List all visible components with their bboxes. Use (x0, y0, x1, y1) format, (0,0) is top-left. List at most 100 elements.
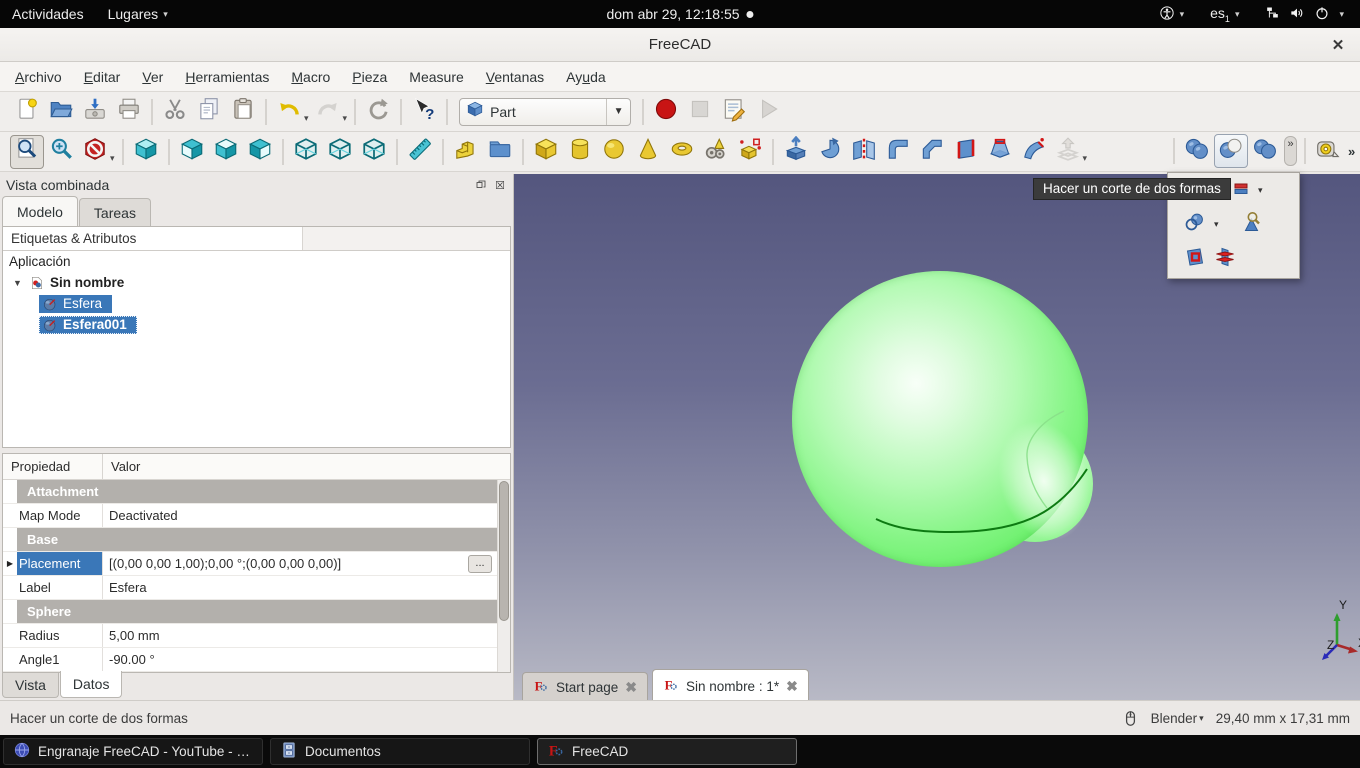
menu-ayuda[interactable]: Ayuda (555, 64, 616, 90)
undo-button[interactable] (272, 95, 306, 129)
shape-builder-button[interactable] (733, 135, 767, 169)
scrollbar[interactable] (497, 480, 510, 672)
paste-button[interactable] (226, 95, 260, 129)
section-button[interactable] (1182, 246, 1208, 272)
view-rear-button[interactable] (289, 135, 323, 169)
system-menu[interactable]: ▾ (1253, 0, 1356, 28)
macro-record-button[interactable] (649, 95, 683, 129)
cross-sections-button[interactable] (1212, 246, 1238, 272)
property-row-angle1[interactable]: Angle1 -90.00 ° (3, 648, 510, 672)
tab-tareas[interactable]: Tareas (78, 198, 151, 226)
chamfer-button[interactable] (915, 135, 949, 169)
view-top-button[interactable] (209, 135, 243, 169)
zoom-box-button[interactable] (44, 135, 78, 169)
keyboard-layout-menu[interactable]: es1 ▾ (1198, 0, 1251, 28)
menu-ventanas[interactable]: Ventanas (475, 64, 555, 90)
document-tab-start-page[interactable]: F Start page ✖ (522, 672, 649, 702)
activities-button[interactable]: Actividades (0, 0, 96, 28)
cone-primitive-button[interactable] (631, 135, 665, 169)
revolve-button[interactable] (813, 135, 847, 169)
chevron-down-icon[interactable]: ▾ (1258, 185, 1263, 196)
tab-vista[interactable]: Vista (2, 673, 59, 698)
open-document-button[interactable] (44, 95, 78, 129)
save-document-button[interactable] (78, 95, 112, 129)
property-value[interactable]: 5,00 mm (103, 624, 510, 647)
accessibility-menu[interactable]: ▾ (1147, 0, 1197, 28)
view-axonometric-button[interactable] (129, 135, 163, 169)
fillet-button[interactable] (881, 135, 915, 169)
menu-ver[interactable]: Ver (131, 64, 174, 90)
extrude-button[interactable] (779, 135, 813, 169)
property-group-sphere[interactable]: Sphere (3, 600, 510, 624)
fit-all-button[interactable] (10, 134, 44, 169)
cut-button[interactable] (158, 95, 192, 129)
scrollbar-thumb[interactable] (499, 481, 509, 621)
property-value[interactable]: Esfera (103, 576, 510, 599)
property-name[interactable]: Label (17, 576, 103, 599)
view-front-button[interactable] (175, 135, 209, 169)
draw-style-button[interactable] (78, 135, 112, 169)
boolean-common-button[interactable] (1248, 134, 1282, 168)
menu-herramientas[interactable]: Herramientas (174, 64, 280, 90)
selected-tree-item[interactable]: Esfera (39, 294, 113, 313)
property-name[interactable]: Map Mode (17, 504, 103, 527)
new-document-button[interactable] (10, 95, 44, 129)
float-panel-icon[interactable] (474, 178, 488, 192)
toolbar-overflow-button[interactable]: » (1348, 144, 1355, 159)
taskbar-window-engranaje-freecad-youtube-ic-[interactable]: Engranaje FreeCAD - YouTube - Ic... (3, 738, 263, 765)
property-name[interactable]: Placement (17, 552, 103, 575)
boolean-cut-button[interactable] (1214, 134, 1248, 168)
property-row-radius[interactable]: Radius 5,00 mm (3, 624, 510, 648)
chevron-down-icon[interactable]: ▼ (606, 98, 630, 125)
selected-tree-item[interactable]: Esfera001 (39, 315, 137, 334)
close-panel-icon[interactable]: ☒ (493, 178, 507, 192)
sphere-primitive-button[interactable] (597, 135, 631, 169)
menu-archivo[interactable]: Archivo (4, 64, 73, 90)
expander-icon[interactable]: ▼ (13, 278, 23, 288)
navigation-style-selector[interactable]: Blender ▾ (1151, 711, 1204, 726)
chevron-down-icon[interactable]: ▾ (304, 113, 309, 124)
window-titlebar[interactable]: FreeCAD ✕ (0, 28, 1360, 62)
property-row-label[interactable]: Label Esfera (3, 576, 510, 600)
property-name[interactable]: Radius (17, 624, 103, 647)
menu-macro[interactable]: Macro (280, 64, 341, 90)
close-icon[interactable]: ✖ (625, 679, 637, 696)
refresh-button[interactable] (361, 95, 395, 129)
check-geometry-button[interactable] (1238, 211, 1264, 237)
property-group-base[interactable]: Base (3, 528, 510, 552)
ellipsis-editor-button[interactable]: ... (468, 555, 492, 573)
tree-header[interactable]: Etiquetas & Atributos (3, 227, 510, 251)
clock-menu[interactable]: dom abr 29, 12:18:55 (606, 6, 754, 22)
part-workbench-button[interactable] (449, 135, 483, 169)
property-group-attachment[interactable]: Attachment (3, 480, 510, 504)
mirror-button[interactable] (847, 135, 881, 169)
copy-button[interactable] (192, 95, 226, 129)
menu-editar[interactable]: Editar (73, 64, 132, 90)
taskbar-window-documentos[interactable]: Documentos (270, 738, 530, 765)
property-name[interactable]: Angle1 (17, 648, 103, 671)
workbench-selector[interactable]: Part ▼ (459, 97, 632, 126)
macro-edit-button[interactable] (717, 95, 751, 129)
cube-primitive-button[interactable] (529, 135, 563, 169)
connect-button[interactable] (1182, 211, 1208, 237)
tape-measure-button[interactable] (1311, 134, 1345, 168)
property-row-map-mode[interactable]: Map Mode Deactivated (3, 504, 510, 528)
sweep-button[interactable] (1017, 135, 1051, 169)
taskbar-window-freecad[interactable]: F FreeCAD (537, 738, 797, 765)
view-right-button[interactable] (243, 135, 277, 169)
tree-item-sin-nombre[interactable]: ▼ Sin nombre (3, 272, 510, 293)
whats-this-button[interactable]: ? (407, 95, 441, 129)
boolean-union-button[interactable] (1180, 134, 1214, 168)
torus-primitive-button[interactable] (665, 135, 699, 169)
property-value[interactable]: Deactivated (103, 504, 510, 527)
tree-item-esfera[interactable]: Esfera (3, 293, 510, 314)
measure-distance-button[interactable] (403, 135, 437, 169)
property-grid-header[interactable]: Propiedad Valor (3, 454, 510, 480)
property-value[interactable]: [(0,00 0,00 1,00);0,00 °;(0,00 0,00 0,00… (103, 552, 510, 575)
close-icon[interactable]: ✖ (786, 678, 798, 695)
loft-button[interactable] (983, 135, 1017, 169)
chevron-down-icon[interactable]: ▾ (110, 153, 115, 164)
ruled-surface-button[interactable] (949, 135, 983, 169)
primitives-dialog-button[interactable] (699, 135, 733, 169)
places-menu[interactable]: Lugares ▾ (96, 0, 180, 28)
